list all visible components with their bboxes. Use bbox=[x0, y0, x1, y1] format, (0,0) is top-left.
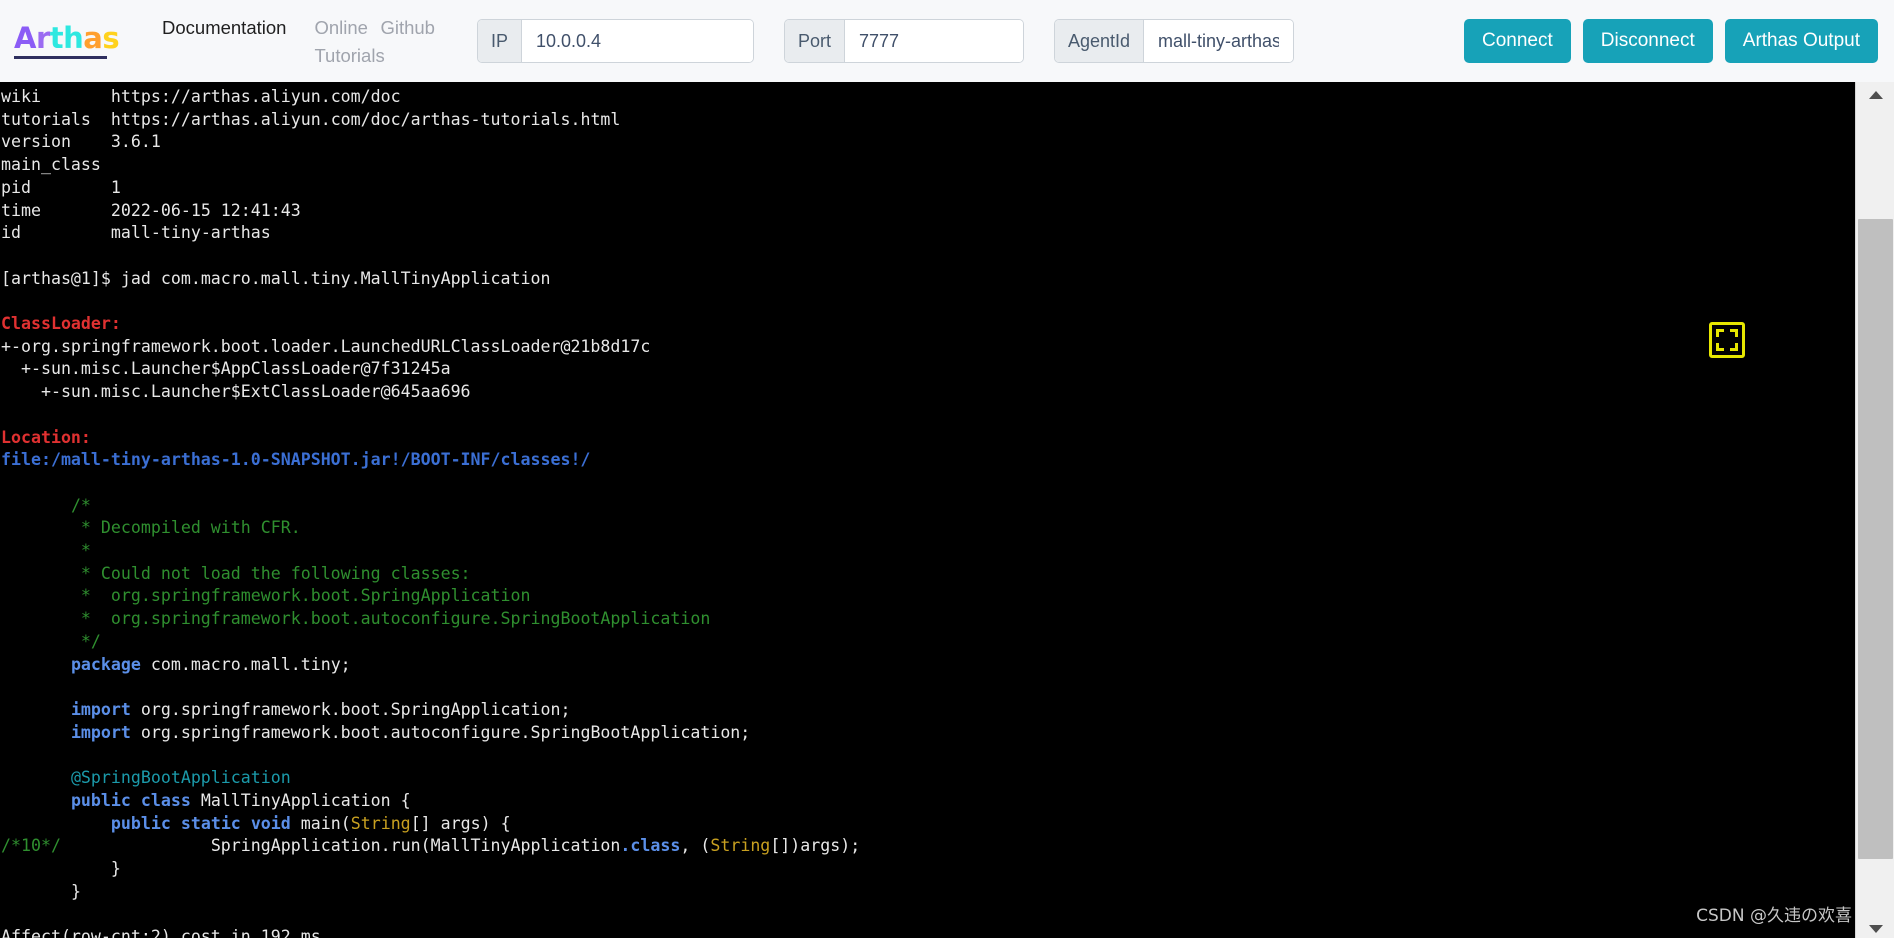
nav-link-github[interactable]: Github bbox=[366, 14, 449, 42]
ip-input[interactable] bbox=[521, 20, 753, 62]
nav-link-documentation[interactable]: Documentation bbox=[148, 14, 300, 42]
code-run-call-c: [])args); bbox=[770, 836, 861, 856]
code-keyword-import-1: import bbox=[70, 699, 131, 719]
connection-fields: IP Port AgentId Connect Disconnect Artha… bbox=[476, 19, 1878, 63]
code-package-name: com.macro.mall.tiny; bbox=[140, 654, 351, 674]
header-buttons: Connect Disconnect Arthas Output bbox=[1463, 19, 1878, 63]
code-comment-could-not-load: * Could not load the following classes: bbox=[70, 563, 471, 583]
code-class-name: MallTinyApplication { bbox=[190, 790, 411, 810]
logo-underline bbox=[14, 55, 107, 59]
code-keyword-import-2: import bbox=[70, 722, 131, 742]
location-header: Location: bbox=[1, 427, 91, 447]
fullscreen-corner-bottom-right bbox=[1730, 343, 1738, 351]
agentid-input[interactable] bbox=[1144, 20, 1293, 62]
code-brace-inner: } bbox=[110, 858, 121, 878]
code-run-call-a: SpringApplication.run(MallTinyApplicatio… bbox=[210, 836, 621, 856]
watermark: CSDN @久违の欢喜 bbox=[1696, 906, 1852, 926]
code-comment-open: /* bbox=[70, 495, 91, 515]
classloader-header: ClassLoader: bbox=[1, 314, 121, 334]
code-type-string-2: String bbox=[710, 836, 771, 856]
code-annotation-springbootapplication: @SpringBootApplication bbox=[70, 768, 291, 788]
terminal-output[interactable]: wiki https://arthas.aliyun.com/doc tutor… bbox=[0, 82, 1855, 938]
terminal-prompt: [arthas@1]$ bbox=[1, 268, 121, 288]
logo-letter-h: h bbox=[63, 20, 84, 55]
info-id-key: id bbox=[1, 223, 21, 243]
info-time-value: 2022-06-15 12:41:43 bbox=[110, 200, 301, 220]
terminal-text: wiki https://arthas.aliyun.com/doc tutor… bbox=[0, 86, 1855, 938]
code-brace-outer: } bbox=[70, 881, 81, 901]
code-comment-close: */ bbox=[70, 631, 101, 651]
connect-button[interactable]: Connect bbox=[1463, 19, 1571, 63]
info-tutorials-key: tutorials bbox=[1, 109, 91, 129]
code-run-call-b: , ( bbox=[680, 836, 711, 856]
port-field-group: Port bbox=[783, 19, 1024, 63]
code-keyword-package: package bbox=[70, 654, 141, 674]
classloader-line-2: +-sun.misc.Launcher$AppClassLoader@7f312… bbox=[1, 359, 451, 379]
terminal-command: jad com.macro.mall.tiny.MallTinyApplicat… bbox=[120, 268, 551, 288]
logo-letter-t: t bbox=[49, 20, 64, 55]
info-version-value: 3.6.1 bbox=[110, 132, 161, 152]
code-main-args: [] args) { bbox=[410, 813, 511, 833]
code-keyword-void: void bbox=[250, 813, 291, 833]
logo-letter-r: r bbox=[35, 20, 50, 55]
code-keyword-public: public bbox=[70, 790, 131, 810]
code-method-main: main( bbox=[290, 813, 351, 833]
code-keyword-dot-class: .class bbox=[620, 836, 681, 856]
vertical-scrollbar[interactable] bbox=[1855, 82, 1894, 938]
disconnect-button[interactable]: Disconnect bbox=[1582, 19, 1713, 63]
code-comment-class-1: * org.springframework.boot.SpringApplica… bbox=[70, 586, 531, 606]
code-line-marker: /*10*/ bbox=[1, 836, 61, 856]
terminal-area: wiki https://arthas.aliyun.com/doc tutor… bbox=[0, 82, 1894, 938]
classloader-line-1: +-org.springframework.boot.loader.Launch… bbox=[1, 336, 651, 356]
logo-letter-s: s bbox=[102, 20, 120, 55]
nav-link-online-tutorials[interactable]: Online Tutorials bbox=[300, 14, 384, 70]
scroll-down-arrow-icon[interactable] bbox=[1856, 916, 1894, 938]
header-nav: Documentation Online Tutorials Github bbox=[148, 14, 449, 70]
arthas-web-console: Arthas Documentation Online Tutorials Gi… bbox=[0, 0, 1894, 938]
info-pid-key: pid bbox=[1, 177, 31, 197]
fullscreen-corner-bottom-left bbox=[1716, 343, 1724, 351]
agentid-field-group: AgentId bbox=[1053, 19, 1294, 63]
affect-line: Affect(row-cnt:2) cost in 192 ms. bbox=[1, 927, 331, 938]
port-field-label: Port bbox=[784, 20, 845, 62]
logo-text: Arthas bbox=[14, 20, 120, 55]
port-input[interactable] bbox=[844, 20, 1023, 62]
info-wiki-key: wiki bbox=[1, 87, 41, 106]
info-pid-value: 1 bbox=[110, 177, 121, 197]
classloader-line-3: +-sun.misc.Launcher$ExtClassLoader@645aa… bbox=[1, 382, 471, 402]
info-wiki-value: https://arthas.aliyun.com/doc bbox=[110, 87, 401, 106]
code-comment-blank: * bbox=[70, 541, 91, 561]
scrollbar-thumb[interactable] bbox=[1858, 219, 1893, 859]
fullscreen-corner-top-left bbox=[1716, 329, 1724, 337]
fullscreen-corner-top-right bbox=[1730, 329, 1738, 337]
info-id-value: mall-tiny-arthas bbox=[110, 223, 271, 243]
arthas-logo[interactable]: Arthas bbox=[14, 20, 120, 59]
code-keyword-class: class bbox=[140, 790, 191, 810]
info-tutorials-value: https://arthas.aliyun.com/doc/arthas-tut… bbox=[110, 109, 621, 129]
code-import-2: org.springframework.boot.autoconfigure.S… bbox=[130, 722, 751, 742]
info-version-key: version bbox=[1, 132, 71, 152]
code-comment-decompiled: * Decompiled with CFR. bbox=[70, 518, 301, 538]
app-header: Arthas Documentation Online Tutorials Gi… bbox=[0, 0, 1894, 82]
code-import-1: org.springframework.boot.SpringApplicati… bbox=[130, 699, 571, 719]
scroll-up-arrow-icon[interactable] bbox=[1856, 82, 1894, 104]
info-mainclass-key: main_class bbox=[1, 155, 101, 175]
arthas-output-button[interactable]: Arthas Output bbox=[1724, 19, 1878, 63]
logo-letter-a2: a bbox=[83, 20, 103, 55]
code-comment-class-2: * org.springframework.boot.autoconfigure… bbox=[70, 609, 711, 629]
code-keyword-public-2: public bbox=[110, 813, 171, 833]
code-type-string-1: String bbox=[350, 813, 411, 833]
agentid-field-label: AgentId bbox=[1054, 20, 1145, 62]
ip-field-label: IP bbox=[477, 20, 522, 62]
info-time-key: time bbox=[1, 200, 41, 220]
location-value: file:/mall-tiny-arthas-1.0-SNAPSHOT.jar!… bbox=[1, 450, 591, 470]
fullscreen-expand-icon[interactable] bbox=[1709, 322, 1745, 358]
ip-field-group: IP bbox=[476, 19, 754, 63]
code-keyword-static: static bbox=[180, 813, 241, 833]
logo-letter-a1: A bbox=[14, 20, 36, 55]
